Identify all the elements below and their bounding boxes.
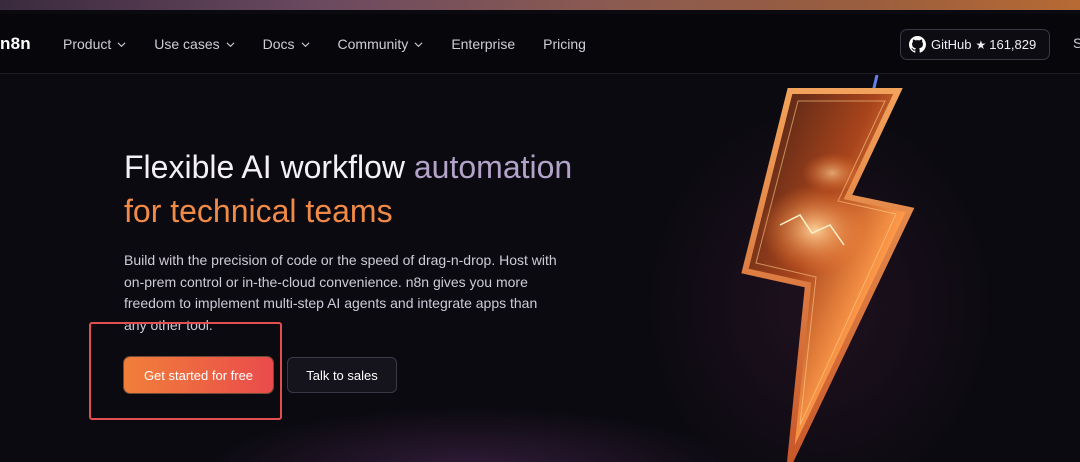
hero-title: Flexible AI workflow automation	[124, 145, 572, 189]
hero-section: Flexible AI workflow automation for tech…	[0, 75, 1080, 462]
top-navbar: n8n Product Use cases Docs Community Ent…	[0, 14, 1080, 74]
nav-cut-off-item[interactable]: S	[1073, 35, 1080, 51]
chevron-down-icon	[414, 41, 423, 47]
hero-description-line: on-prem control or in-the-cloud convenie…	[124, 273, 528, 290]
n8n-logo[interactable]: n8n	[0, 34, 31, 54]
talk-to-sales-button[interactable]: Talk to sales	[287, 357, 397, 393]
highlight-annotation-box	[89, 322, 282, 420]
nav-item-label: Pricing	[543, 36, 586, 52]
nav-item-label: Community	[337, 36, 409, 52]
hero-title-orange: for technical teams	[124, 193, 393, 229]
nav-item-enterprise[interactable]: Enterprise	[451, 36, 515, 52]
nav-item-docs[interactable]: Docs	[263, 36, 310, 52]
github-icon	[909, 36, 926, 53]
browser-top-strip	[0, 0, 1080, 10]
hero-title-purple: automation	[413, 149, 573, 185]
chevron-down-icon	[226, 41, 235, 47]
github-stars-button[interactable]: GitHub ★ 161,829	[900, 29, 1050, 60]
hero-title-white: Flexible AI workflow	[124, 149, 405, 185]
hero-description-line: freedom to implement multi-step AI agent…	[124, 295, 538, 311]
hero-description-line: Build with the precision of code or the …	[124, 252, 557, 268]
chevron-down-icon	[117, 41, 126, 47]
nav-item-community[interactable]: Community	[338, 36, 424, 52]
nav-item-use-cases[interactable]: Use cases	[154, 36, 235, 52]
chevron-down-icon	[301, 41, 309, 47]
nav-item-label: Use cases	[154, 36, 220, 52]
nav-item-label: Enterprise	[451, 36, 516, 52]
main-nav: Product Use cases Docs Community Enterpr…	[63, 36, 614, 52]
star-icon: ★	[975, 37, 987, 52]
nav-item-label: Docs	[262, 36, 295, 52]
nav-item-label: Product	[63, 36, 112, 52]
nav-item-product[interactable]: Product	[63, 36, 126, 52]
lightning-bolt-illustration	[741, 75, 915, 462]
github-star-count: 161,829	[989, 37, 1037, 52]
nav-item-pricing[interactable]: Pricing	[543, 36, 586, 52]
github-label: GitHub	[931, 37, 972, 52]
